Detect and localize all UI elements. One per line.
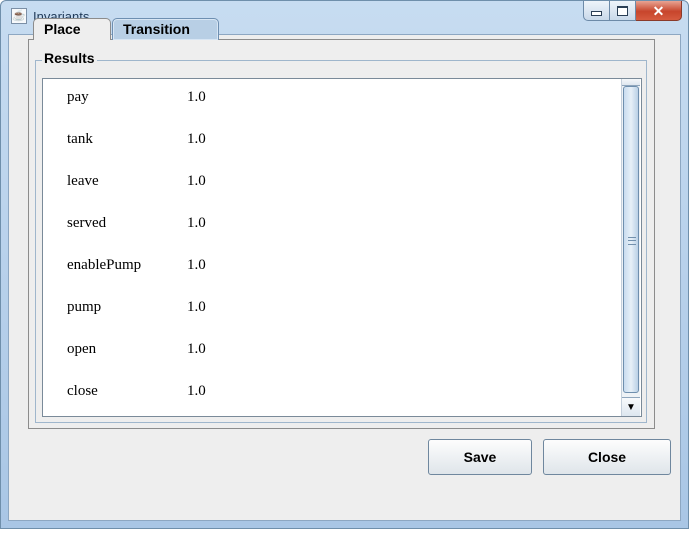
transition-name: close bbox=[67, 383, 98, 399]
transition-name: pump bbox=[67, 299, 102, 315]
invariant-value: 1.0 bbox=[187, 173, 206, 189]
transition-name: leave bbox=[67, 173, 99, 189]
results-group-title: Results bbox=[42, 50, 97, 66]
transition-name: open bbox=[67, 341, 97, 357]
transition-name: tank bbox=[67, 131, 93, 147]
invariant-value: 1.0 bbox=[187, 383, 206, 399]
transition-name: pay bbox=[67, 89, 89, 105]
results-list[interactable]: pay 1.0 tank 1.0 leave 1.0 served 1.0 en… bbox=[42, 78, 642, 417]
invariant-value: 1.0 bbox=[187, 215, 206, 231]
save-button[interactable]: Save bbox=[428, 439, 532, 475]
tab-place[interactable]: Place bbox=[33, 18, 111, 40]
maximize-button[interactable] bbox=[610, 1, 636, 21]
minimize-button[interactable] bbox=[583, 1, 610, 21]
scrollbar-thumb[interactable] bbox=[623, 86, 639, 393]
close-window-button[interactable]: ✕ bbox=[636, 1, 682, 21]
scroll-down-button[interactable]: ▼ bbox=[622, 397, 640, 416]
close-button[interactable]: Close bbox=[543, 439, 671, 475]
invariant-value: 1.0 bbox=[187, 131, 206, 147]
minimize-icon bbox=[591, 11, 602, 16]
grip-icon bbox=[628, 237, 636, 245]
scroll-up-button[interactable] bbox=[622, 79, 640, 86]
tab-transition[interactable]: Transition bbox=[112, 18, 219, 40]
window-controls: ✕ bbox=[583, 1, 682, 21]
arrow-down-icon: ▼ bbox=[626, 401, 636, 413]
close-icon: ✕ bbox=[652, 2, 665, 19]
invariant-value: 1.0 bbox=[187, 257, 206, 273]
transition-name: enablePump bbox=[67, 257, 142, 273]
invariant-value: 1.0 bbox=[187, 341, 206, 357]
maximize-icon bbox=[617, 5, 628, 16]
java-cup-icon[interactable]: ☕ bbox=[11, 8, 27, 24]
vertical-scrollbar[interactable]: ▼ bbox=[621, 79, 640, 416]
invariant-value: 1.0 bbox=[187, 89, 206, 105]
invariant-value: 1.0 bbox=[187, 299, 206, 315]
transition-name: served bbox=[67, 215, 107, 231]
